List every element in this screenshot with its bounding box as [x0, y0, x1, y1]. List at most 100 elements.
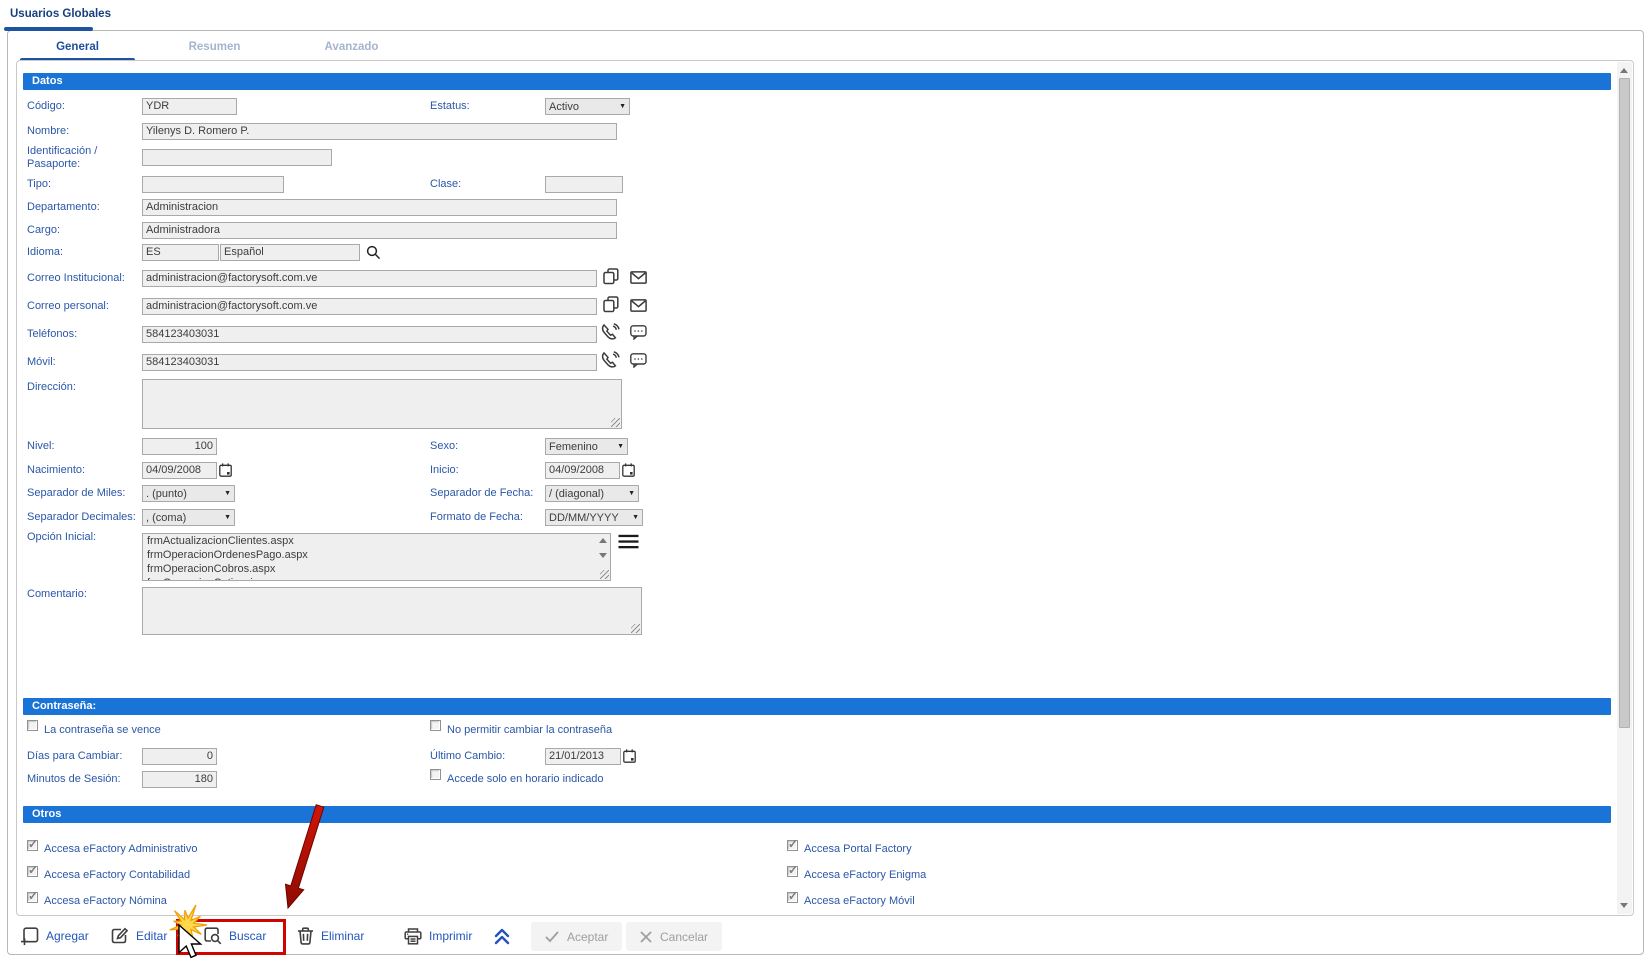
sexo-value: Femenino: [549, 441, 598, 453]
scroll-down-icon[interactable]: [599, 553, 607, 558]
main-container: General Resumen Avanzado Datos Código: Y…: [7, 30, 1644, 955]
chevron-down-icon: ▼: [224, 490, 231, 497]
accesa-enigma-checkbox[interactable]: [787, 866, 798, 877]
menu-icon[interactable]: [618, 534, 639, 550]
accesa-portal-checkbox[interactable]: [787, 840, 798, 851]
resize-grip-icon[interactable]: [611, 418, 620, 427]
imprimir-button[interactable]: Imprimir: [404, 918, 472, 954]
departamento-input[interactable]: Administracion: [142, 199, 617, 216]
list-item[interactable]: frmOperacionOrdenesPago.aspx: [143, 548, 610, 562]
minutos-sesion-input[interactable]: 180: [142, 771, 217, 788]
ultimo-cambio-input[interactable]: 21/01/2013: [545, 748, 621, 765]
list-item[interactable]: frmActualizacionClientes.aspx: [143, 534, 610, 548]
scroll-down-icon[interactable]: [1620, 903, 1628, 908]
comentario-label: Comentario:: [27, 588, 87, 601]
list-item[interactable]: frmOperacionCobros.aspx: [143, 562, 610, 576]
tipo-input[interactable]: [142, 176, 284, 193]
idioma-code-input[interactable]: ES: [142, 244, 219, 261]
formato-fecha-value: DD/MM/YYYY: [549, 512, 619, 524]
inicio-label: Inicio:: [430, 464, 459, 477]
edit-icon: [111, 927, 129, 945]
sexo-select[interactable]: Femenino ▼: [545, 438, 628, 455]
nombre-input[interactable]: Yilenys D. Romero P.: [142, 123, 617, 140]
correo-institucional-input[interactable]: administracion@factorysoft.com.ve: [142, 270, 597, 287]
sexo-label: Sexo:: [430, 440, 458, 453]
editar-label: Editar: [136, 929, 167, 943]
estatus-select[interactable]: Activo ▼: [545, 98, 630, 115]
accesa-contabilidad-checkbox[interactable]: [27, 866, 38, 877]
aceptar-label: Aceptar: [567, 930, 608, 944]
calendar-icon[interactable]: [219, 463, 232, 477]
direccion-textarea[interactable]: [142, 379, 622, 429]
copy-icon[interactable]: [603, 268, 619, 285]
correo-personal-input[interactable]: administracion@factorysoft.com.ve: [142, 298, 597, 315]
comentario-textarea[interactable]: [142, 587, 642, 635]
accesa-administrativo-checkbox[interactable]: [27, 840, 38, 851]
tab-avanzado[interactable]: Avanzado: [283, 34, 420, 61]
scrollbar-thumb[interactable]: [1619, 78, 1630, 728]
nombre-label: Nombre:: [27, 125, 69, 138]
tab-general[interactable]: General: [9, 34, 146, 61]
vertical-scrollbar[interactable]: [1617, 62, 1632, 914]
eliminar-button[interactable]: Eliminar: [297, 918, 364, 954]
clase-input[interactable]: [545, 176, 623, 193]
section-otros: Otros: [23, 806, 1611, 823]
cancelar-button[interactable]: Cancelar: [626, 922, 722, 951]
sep-decimales-select[interactable]: , (coma) ▼: [142, 509, 235, 526]
mail-icon[interactable]: [630, 299, 647, 312]
search-icon[interactable]: [366, 245, 381, 260]
contrasena-vence-label: La contraseña se vence: [44, 724, 161, 737]
no-cambiar-checkbox[interactable]: [430, 720, 441, 731]
cargo-input[interactable]: Administradora: [142, 222, 617, 239]
sep-miles-select[interactable]: . (punto) ▼: [142, 485, 235, 502]
resize-grip-icon[interactable]: [631, 624, 640, 633]
phone-call-icon[interactable]: [601, 351, 620, 369]
horario-checkbox[interactable]: [430, 769, 441, 780]
opcion-inicial-listbox[interactable]: frmActualizacionClientes.aspx frmOperaci…: [142, 533, 611, 581]
check-icon: [545, 931, 559, 943]
resize-grip-icon[interactable]: [600, 570, 609, 579]
nivel-input[interactable]: 100: [142, 438, 217, 455]
accesa-contabilidad-label: Accesa eFactory Contabilidad: [44, 869, 190, 882]
scroll-up-icon[interactable]: [599, 538, 607, 543]
calendar-icon[interactable]: [623, 749, 636, 763]
sms-icon[interactable]: [630, 325, 647, 340]
tab-resumen[interactable]: Resumen: [146, 34, 283, 61]
accesa-enigma-label: Accesa eFactory Enigma: [804, 869, 926, 882]
formato-fecha-select[interactable]: DD/MM/YYYY ▼: [545, 509, 643, 526]
copy-icon[interactable]: [603, 296, 619, 313]
codigo-input[interactable]: YDR: [142, 98, 237, 115]
agregar-button[interactable]: Agregar: [20, 918, 89, 954]
horario-label: Accede solo en horario indicado: [447, 773, 604, 786]
movil-input[interactable]: 584123403031: [142, 354, 597, 371]
accesa-nomina-checkbox[interactable]: [27, 892, 38, 903]
usuarios-globales-screen: { "window": { "title": "Usuarios Globale…: [0, 0, 1651, 961]
imprimir-label: Imprimir: [429, 929, 472, 943]
aceptar-button[interactable]: Aceptar: [531, 922, 622, 951]
calendar-icon[interactable]: [622, 463, 635, 477]
minutos-sesion-label: Minutos de Sesión:: [27, 773, 121, 786]
nacimiento-input[interactable]: 04/09/2008: [142, 462, 217, 479]
identificacion-input[interactable]: [142, 149, 332, 166]
collapse-toolbar-button[interactable]: [494, 918, 510, 954]
mail-icon[interactable]: [630, 271, 647, 284]
idioma-name-input[interactable]: Español: [220, 244, 360, 261]
window-title[interactable]: Usuarios Globales: [10, 8, 111, 20]
editar-button[interactable]: Editar: [111, 918, 167, 954]
eliminar-label: Eliminar: [321, 929, 364, 943]
scroll-up-icon[interactable]: [1620, 68, 1628, 73]
nacimiento-label: Nacimiento:: [27, 464, 85, 477]
window-tab-underline: [4, 27, 93, 31]
telefonos-label: Teléfonos:: [27, 328, 77, 341]
dias-cambiar-input[interactable]: 0: [142, 748, 217, 765]
tab-general-label: General: [56, 41, 99, 53]
phone-call-icon[interactable]: [601, 323, 620, 341]
list-item[interactable]: frmOperacionCotizaciones.aspx: [143, 576, 610, 581]
telefonos-input[interactable]: 584123403031: [142, 326, 597, 343]
contrasena-vence-checkbox[interactable]: [27, 720, 38, 731]
accesa-movil-checkbox[interactable]: [787, 892, 798, 903]
inicio-input[interactable]: 04/09/2008: [545, 462, 620, 479]
sms-icon[interactable]: [630, 353, 647, 368]
estatus-label: Estatus:: [430, 100, 470, 113]
sep-fecha-select[interactable]: / (diagonal) ▼: [545, 485, 639, 502]
